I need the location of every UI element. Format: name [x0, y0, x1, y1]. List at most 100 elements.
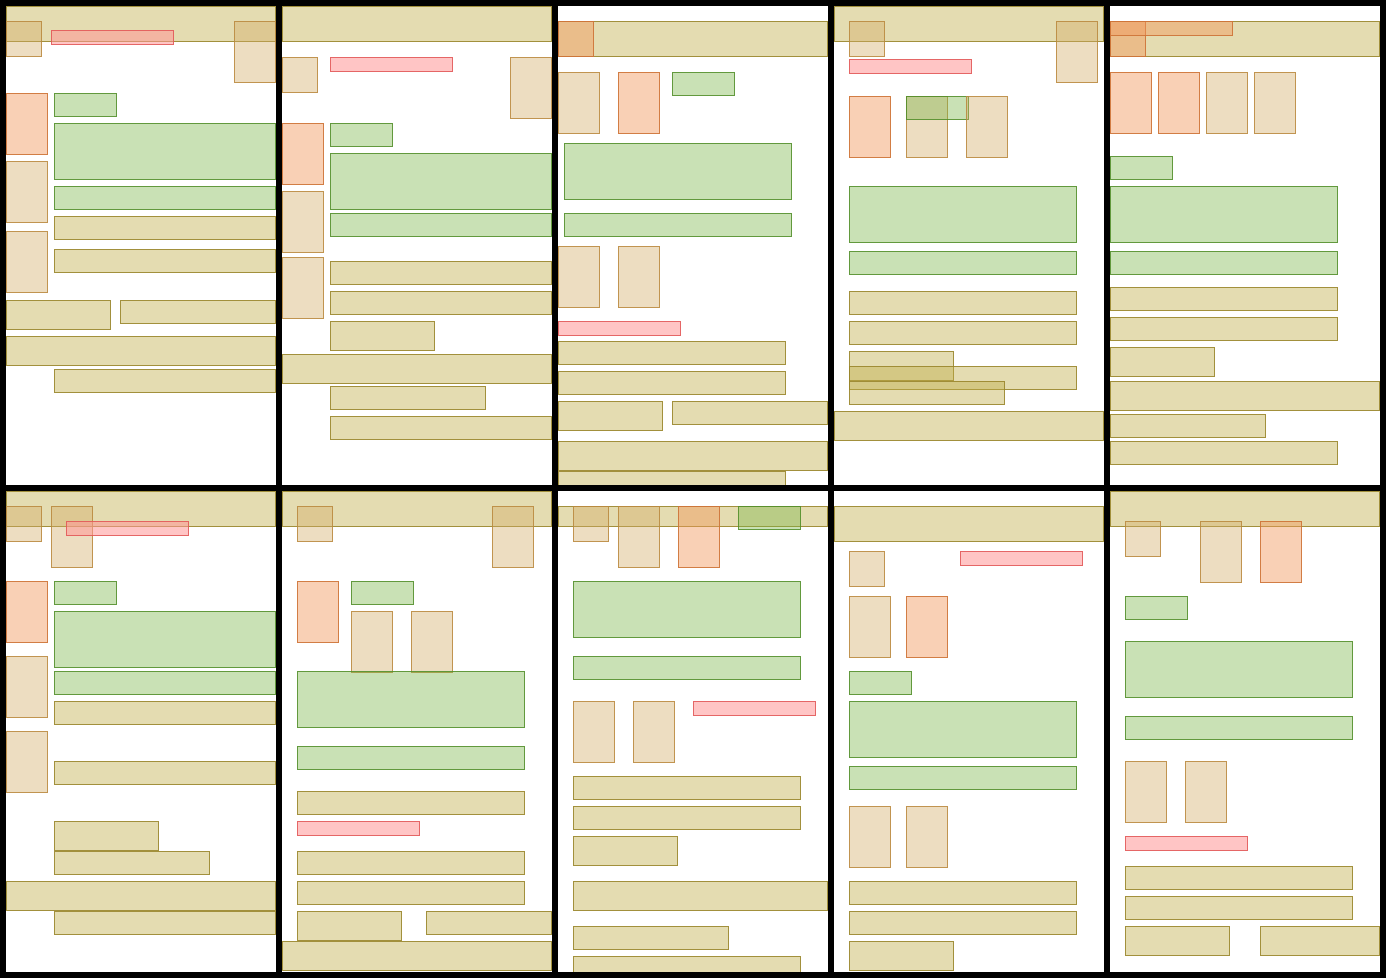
- image-block: [6, 581, 48, 643]
- image-block: [678, 506, 720, 568]
- content-block: [297, 671, 525, 728]
- text-row: [558, 471, 786, 485]
- image-block: [558, 72, 600, 134]
- icon-placeholder: [282, 57, 318, 93]
- icon-placeholder: [6, 21, 42, 57]
- text-row: [54, 821, 159, 851]
- panel-1: [6, 6, 276, 485]
- title-placeholder: [330, 57, 453, 72]
- text-row: [672, 401, 828, 425]
- text-row: [54, 249, 276, 273]
- content-block: [1125, 641, 1353, 698]
- text-row: [54, 701, 276, 725]
- title-placeholder: [849, 59, 972, 74]
- icon-placeholder: [6, 506, 42, 542]
- text-row: [6, 300, 111, 330]
- text-row: [330, 321, 435, 351]
- image-block: [618, 506, 660, 568]
- text-row: [834, 411, 1104, 441]
- text-row: [1110, 414, 1266, 438]
- text-row: [1110, 381, 1380, 411]
- icon-placeholder: [558, 21, 594, 57]
- image-block: [906, 596, 948, 658]
- text-row: [330, 291, 552, 315]
- text-row: [573, 956, 801, 972]
- content-block: [849, 701, 1077, 758]
- image-block: [6, 656, 48, 718]
- image-block: [351, 611, 393, 673]
- content-block: [564, 143, 792, 200]
- text-row: [120, 300, 276, 324]
- content-block: [849, 186, 1077, 243]
- image-block: [573, 701, 615, 763]
- image-block: [966, 96, 1008, 158]
- image-block: [282, 191, 324, 253]
- title-placeholder: [1110, 21, 1233, 36]
- content-block: [330, 153, 552, 210]
- text-row: [1110, 347, 1215, 377]
- content-row: [1110, 251, 1338, 275]
- title-placeholder: [1125, 836, 1248, 851]
- text-row: [849, 881, 1077, 905]
- text-row: [54, 216, 276, 240]
- text-row: [6, 336, 276, 366]
- text-row: [54, 369, 276, 393]
- image-block: [6, 731, 48, 793]
- text-row: [297, 911, 402, 941]
- image-block: [1110, 72, 1152, 134]
- image-block: [282, 123, 324, 185]
- label-block: [672, 72, 735, 96]
- text-row: [1110, 441, 1338, 465]
- text-row: [573, 926, 729, 950]
- panel-6: [6, 491, 276, 972]
- image-block: [6, 231, 48, 293]
- label-block: [54, 581, 117, 605]
- image-block: [849, 596, 891, 658]
- text-row: [6, 881, 276, 911]
- text-row: [54, 761, 276, 785]
- title-placeholder: [66, 521, 189, 536]
- image-block: [282, 257, 324, 319]
- text-row: [1110, 317, 1338, 341]
- image-block: [633, 701, 675, 763]
- image-block: [1185, 761, 1227, 823]
- panel-2: [282, 6, 552, 485]
- label-block: [906, 96, 969, 120]
- label-block: [351, 581, 414, 605]
- text-row: [330, 386, 486, 410]
- text-row: [282, 941, 552, 971]
- corner-block: [51, 506, 93, 568]
- text-row: [558, 401, 663, 431]
- label-block: [54, 93, 117, 117]
- image-block: [6, 93, 48, 155]
- text-row: [573, 836, 678, 866]
- text-row: [849, 941, 954, 971]
- title-placeholder: [297, 821, 420, 836]
- corner-block: [492, 506, 534, 568]
- text-row: [54, 851, 210, 875]
- text-row: [426, 911, 552, 935]
- label-block: [849, 671, 912, 695]
- panel-7: [282, 491, 552, 972]
- content-row: [54, 186, 276, 210]
- text-row: [1125, 896, 1353, 920]
- icon-placeholder: [849, 21, 885, 57]
- title-placeholder: [51, 30, 174, 45]
- label-block: [330, 123, 393, 147]
- title-placeholder: [558, 321, 681, 336]
- panel-10: [1110, 491, 1380, 972]
- image-block: [1125, 761, 1167, 823]
- icon-placeholder: [849, 551, 885, 587]
- image-block: [6, 161, 48, 223]
- panel-9: [834, 491, 1104, 972]
- content-row: [573, 656, 801, 680]
- corner-block: [510, 57, 552, 119]
- icon-placeholder: [1125, 521, 1161, 557]
- text-row: [297, 791, 525, 815]
- text-row: [1125, 926, 1230, 956]
- header-bar: [558, 21, 828, 57]
- text-row: [558, 341, 786, 365]
- content-row: [849, 766, 1077, 790]
- text-row: [1125, 866, 1353, 890]
- image-block: [618, 246, 660, 308]
